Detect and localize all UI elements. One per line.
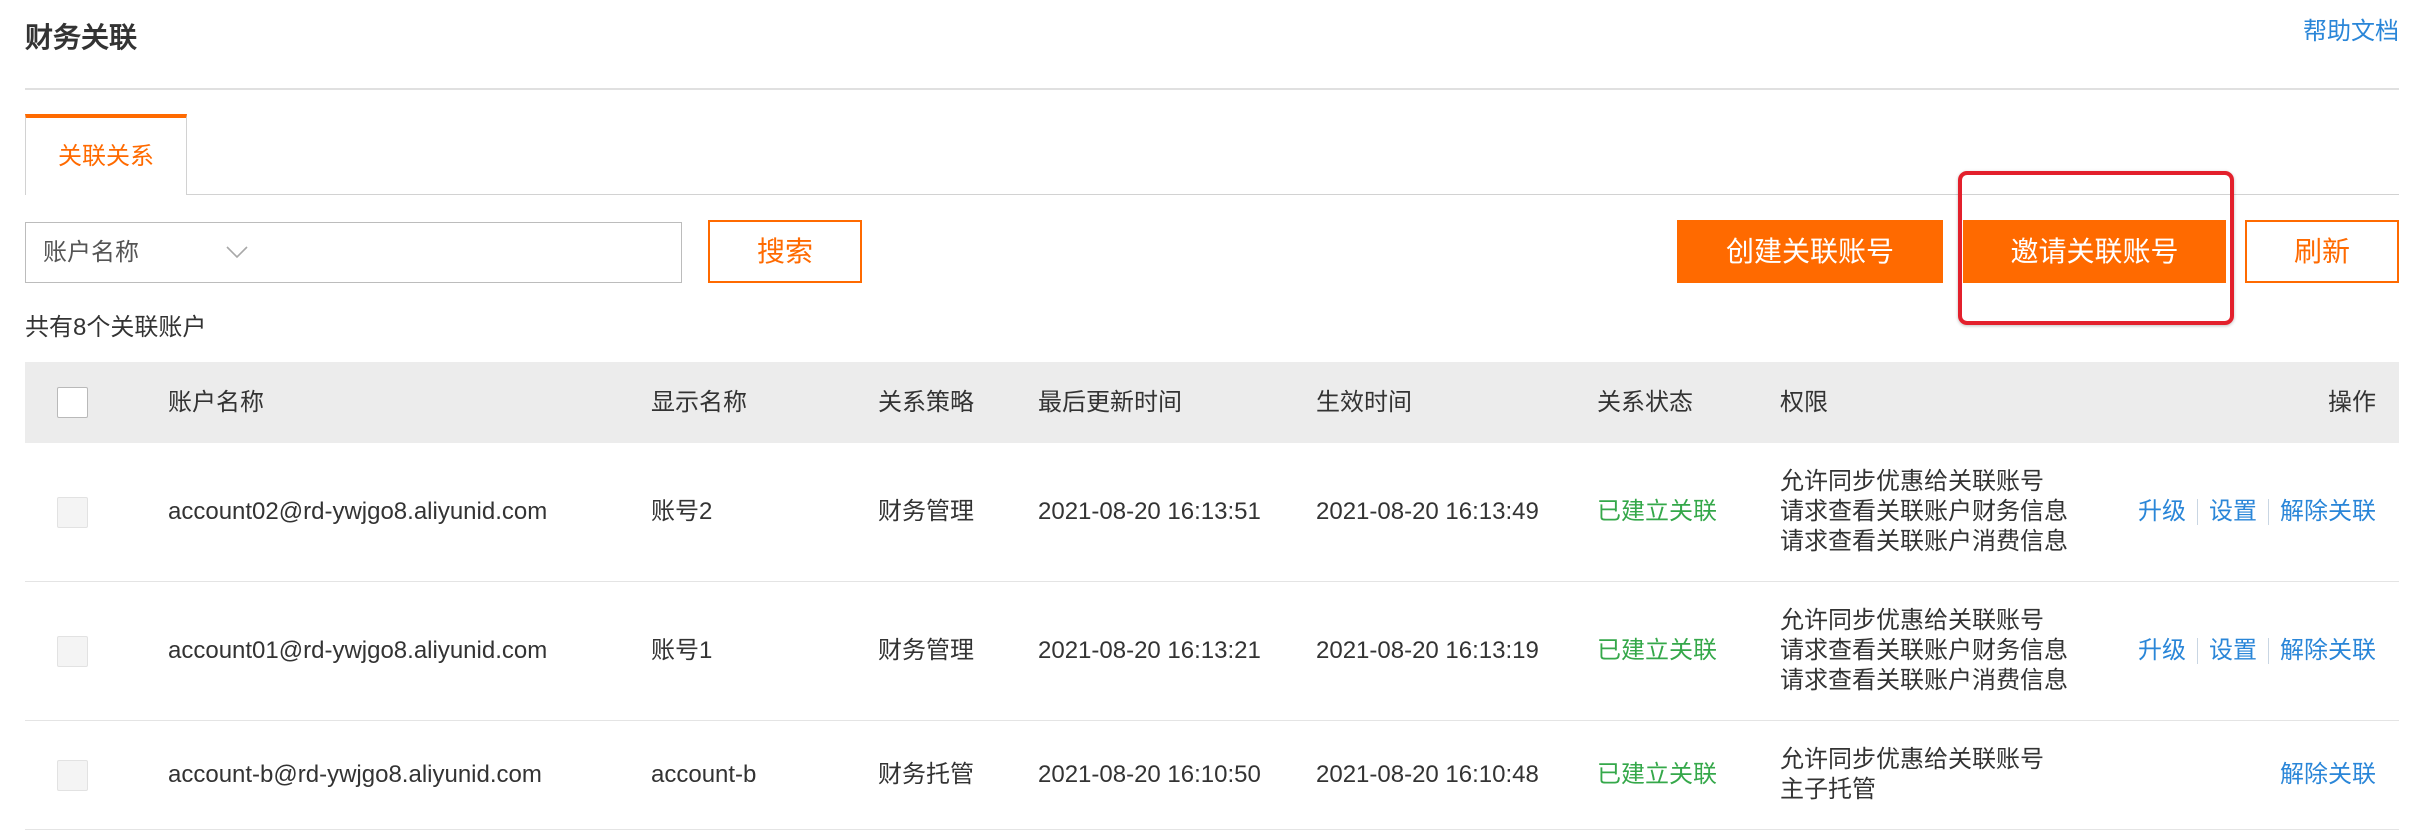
row-checkbox[interactable] bbox=[57, 496, 88, 528]
settings-link[interactable]: 设置 bbox=[2209, 497, 2257, 527]
search-input[interactable] bbox=[281, 223, 681, 282]
effective-time-cell: 2021-08-20 16:10:48 bbox=[1316, 761, 1539, 788]
help-docs-link[interactable]: 帮助文档 bbox=[2303, 17, 2399, 47]
header-divider bbox=[25, 88, 2399, 90]
policy-cell: 财务管理 bbox=[878, 637, 974, 664]
upgrade-link[interactable]: 升级 bbox=[2138, 636, 2186, 666]
row-checkbox[interactable] bbox=[57, 759, 88, 791]
status-cell: 已建立关联 bbox=[1597, 636, 1780, 666]
column-header-permissions: 权限 bbox=[1780, 388, 1828, 416]
unlink-link[interactable]: 解除关联 bbox=[2280, 760, 2376, 790]
column-header-last-updated: 最后更新时间 bbox=[1038, 388, 1182, 416]
tab-label: 关联关系 bbox=[58, 142, 154, 170]
invite-linked-account-button[interactable]: 邀请关联账号 bbox=[1963, 220, 2226, 283]
select-all-checkbox[interactable] bbox=[57, 387, 88, 418]
tab-relationships[interactable]: 关联关系 bbox=[25, 114, 187, 195]
row-checkbox-cell bbox=[25, 635, 168, 667]
permission-item: 允许同步优惠给关联账号 bbox=[1780, 746, 2044, 773]
column-header-display-name: 显示名称 bbox=[651, 388, 747, 416]
account-name-cell: account-b@rd-ywjgo8.aliyunid.com bbox=[168, 761, 542, 788]
actions-cell: 解除关联 bbox=[2105, 760, 2399, 790]
last-updated-cell: 2021-08-20 16:13:51 bbox=[1038, 498, 1261, 525]
status-cell: 已建立关联 bbox=[1597, 760, 1780, 790]
permission-item: 请求查看关联账户消费信息 bbox=[1780, 667, 2068, 694]
account-name-cell: account02@rd-ywjgo8.aliyunid.com bbox=[168, 498, 548, 525]
action-separator bbox=[2268, 499, 2269, 525]
create-linked-account-button[interactable]: 创建关联账号 bbox=[1677, 220, 1943, 283]
column-header-status: 关系状态 bbox=[1597, 388, 1693, 416]
row-checkbox-cell bbox=[25, 759, 168, 791]
last-updated-cell: 2021-08-20 16:10:50 bbox=[1038, 761, 1261, 788]
linked-accounts-table: 账户名称 显示名称 关系策略 最后更新时间 生效时间 关系状态 权限 操作 ac… bbox=[25, 362, 2399, 830]
display-name-cell: 账号2 bbox=[651, 498, 713, 525]
upgrade-link[interactable]: 升级 bbox=[2138, 497, 2186, 527]
row-checkbox-cell bbox=[25, 496, 168, 528]
search-field-select-label: 账户名称 bbox=[43, 238, 139, 266]
table-row: account01@rd-ywjgo8.aliyunid.com 账号1 财务管理 2… bbox=[25, 582, 2399, 721]
column-header-effective-time: 生效时间 bbox=[1316, 388, 1412, 416]
search-button[interactable]: 搜索 bbox=[708, 220, 862, 283]
search-field-select[interactable]: 账户名称 bbox=[26, 223, 281, 282]
effective-time-cell: 2021-08-20 16:13:49 bbox=[1316, 498, 1539, 525]
chevron-down-icon bbox=[226, 246, 248, 259]
policy-cell: 财务托管 bbox=[878, 761, 974, 788]
display-name-cell: account-b bbox=[651, 761, 757, 788]
permission-item: 主子托管 bbox=[1780, 776, 1876, 803]
status-badge: 已建立关联 bbox=[1597, 761, 1717, 788]
unlink-link[interactable]: 解除关联 bbox=[2280, 497, 2376, 527]
actions-cell: 升级 设置 解除关联 bbox=[2105, 497, 2399, 527]
table-header: 账户名称 显示名称 关系策略 最后更新时间 生效时间 关系状态 权限 操作 bbox=[25, 362, 2399, 443]
permission-item: 请求查看关联账户财务信息 bbox=[1780, 498, 2068, 525]
status-badge: 已建立关联 bbox=[1597, 498, 1717, 525]
table-row: account-b@rd-ywjgo8.aliyunid.com account-… bbox=[25, 721, 2399, 830]
last-updated-cell: 2021-08-20 16:13:21 bbox=[1038, 637, 1261, 664]
permission-item: 允许同步优惠给关联账号 bbox=[1780, 468, 2044, 495]
permission-item: 允许同步优惠给关联账号 bbox=[1780, 607, 2044, 634]
table-row: account02@rd-ywjgo8.aliyunid.com 账号2 财务管理 2… bbox=[25, 443, 2399, 582]
status-cell: 已建立关联 bbox=[1597, 497, 1780, 527]
column-header-account-name: 账户名称 bbox=[168, 388, 264, 416]
account-name-cell: account01@rd-ywjgo8.aliyunid.com bbox=[168, 637, 548, 664]
permissions-cell: 允许同步优惠给关联账号 请求查看关联账户财务信息 请求查看关联账户消费信息 bbox=[1780, 467, 2105, 557]
refresh-button[interactable]: 刷新 bbox=[2245, 220, 2399, 283]
tab-bar-line bbox=[25, 194, 2399, 195]
effective-time-cell: 2021-08-20 16:13:19 bbox=[1316, 637, 1539, 664]
table-body: account02@rd-ywjgo8.aliyunid.com 账号2 财务管理 2… bbox=[25, 443, 2399, 830]
policy-cell: 财务管理 bbox=[878, 498, 974, 525]
row-checkbox[interactable] bbox=[57, 635, 88, 667]
permissions-cell: 允许同步优惠给关联账号 请求查看关联账户财务信息 请求查看关联账户消费信息 bbox=[1780, 606, 2105, 696]
page-title: 财务关联 bbox=[25, 22, 138, 53]
column-header-actions-label: 操作 bbox=[2328, 388, 2376, 416]
status-badge: 已建立关联 bbox=[1597, 637, 1717, 664]
search-box: 账户名称 bbox=[25, 222, 682, 283]
display-name-cell: 账号1 bbox=[651, 637, 713, 664]
header-checkbox-cell bbox=[25, 387, 168, 418]
action-separator bbox=[2197, 499, 2198, 525]
permission-item: 请求查看关联账户财务信息 bbox=[1780, 637, 2068, 664]
permissions-cell: 允许同步优惠给关联账号 主子托管 bbox=[1780, 745, 2105, 805]
column-header-actions: 操作 bbox=[2105, 388, 2399, 418]
action-separator bbox=[2268, 638, 2269, 664]
account-count-summary: 共有8个关联账户 bbox=[25, 314, 207, 341]
action-separator bbox=[2197, 638, 2198, 664]
unlink-link[interactable]: 解除关联 bbox=[2280, 636, 2376, 666]
actions-cell: 升级 设置 解除关联 bbox=[2105, 636, 2399, 666]
column-header-policy: 关系策略 bbox=[878, 388, 974, 416]
settings-link[interactable]: 设置 bbox=[2209, 636, 2257, 666]
permission-item: 请求查看关联账户消费信息 bbox=[1780, 528, 2068, 555]
